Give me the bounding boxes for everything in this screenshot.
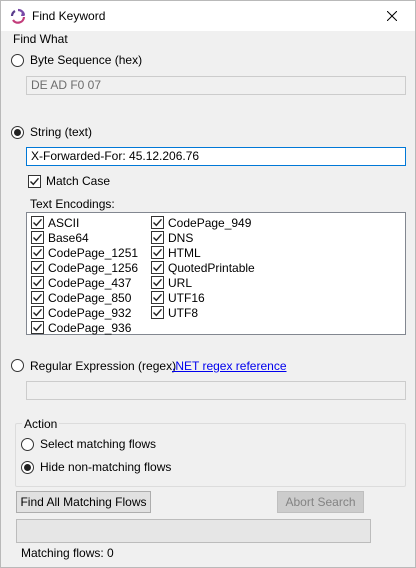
text-encodings-label: Text Encodings: (30, 197, 115, 211)
check-icon (33, 293, 43, 302)
regex-label[interactable]: Regular Expression (regex) (30, 359, 176, 373)
encoding-label: CodePage_850 (48, 291, 132, 305)
find-all-matching-flows-button[interactable]: Find All Matching Flows (16, 491, 151, 513)
string-radio[interactable] (11, 126, 24, 139)
encoding-checkbox[interactable] (151, 246, 164, 259)
encoding-checkbox[interactable] (31, 291, 44, 304)
encoding-label: CodePage_1256 (48, 261, 139, 275)
encoding-checkbox[interactable] (31, 276, 44, 289)
encoding-checkbox[interactable] (31, 306, 44, 319)
text-encodings-list[interactable]: ASCII Base64 CodePage_1251 CodePage_1256… (26, 212, 406, 335)
regex-radio[interactable] (11, 359, 24, 372)
encoding-label: HTML (168, 246, 201, 260)
encoding-checkbox[interactable] (31, 261, 44, 274)
hide-non-matching-radio[interactable] (21, 461, 34, 474)
matching-flows-label: Matching flows: (21, 546, 104, 560)
encoding-checkbox[interactable] (151, 231, 164, 244)
encoding-label: CodePage_936 (48, 321, 132, 335)
regex-input[interactable] (26, 381, 406, 400)
check-icon (153, 233, 163, 242)
encoding-label: CodePage_1251 (48, 246, 139, 260)
encoding-checkbox[interactable] (151, 306, 164, 319)
match-case-label[interactable]: Match Case (46, 174, 110, 188)
find-keyword-window: Find Keyword Find What Byte Sequence (he… (0, 0, 416, 568)
check-icon (153, 218, 163, 227)
select-matching-label[interactable]: Select matching flows (40, 437, 156, 451)
encoding-label: CodePage_932 (48, 306, 132, 320)
action-group (15, 423, 406, 487)
matching-flows-count: 0 (107, 546, 114, 560)
hide-non-matching-label[interactable]: Hide non-matching flows (40, 460, 171, 474)
encoding-label: Base64 (48, 231, 89, 245)
encoding-checkbox[interactable] (31, 231, 44, 244)
encoding-label: QuotedPrintable (168, 261, 255, 275)
encoding-label: CodePage_949 (168, 216, 252, 230)
action-label: Action (22, 417, 60, 431)
match-case-checkbox[interactable] (28, 175, 41, 188)
encoding-checkbox[interactable] (31, 246, 44, 259)
select-matching-radio[interactable] (21, 438, 34, 451)
byte-sequence-input[interactable]: DE AD F0 07 (26, 76, 406, 95)
byte-sequence-label[interactable]: Byte Sequence (hex) (30, 53, 142, 67)
check-icon (33, 323, 43, 332)
encoding-label: ASCII (48, 216, 80, 230)
encoding-checkbox[interactable] (151, 261, 164, 274)
byte-sequence-radio[interactable] (11, 54, 24, 67)
check-icon (30, 177, 40, 186)
check-icon (33, 308, 43, 317)
encoding-label: UTF16 (168, 291, 205, 305)
app-refresh-icon (10, 8, 26, 24)
check-icon (33, 233, 43, 242)
check-icon (153, 248, 163, 257)
check-icon (33, 218, 43, 227)
check-icon (153, 308, 163, 317)
encoding-label: UTF8 (168, 306, 198, 320)
encoding-checkbox[interactable] (151, 276, 164, 289)
encoding-checkbox[interactable] (31, 216, 44, 229)
search-progress-bar (16, 519, 371, 543)
check-icon (153, 293, 163, 302)
encoding-checkbox[interactable] (151, 216, 164, 229)
encoding-checkbox[interactable] (151, 291, 164, 304)
encoding-checkbox[interactable] (31, 321, 44, 334)
window-title: Find Keyword (32, 9, 106, 23)
check-icon (153, 278, 163, 287)
check-icon (33, 248, 43, 257)
string-label[interactable]: String (text) (30, 125, 92, 139)
string-input[interactable]: X-Forwarded-For: 45.12.206.76 (26, 147, 406, 166)
close-icon (387, 11, 397, 21)
check-icon (153, 263, 163, 272)
abort-search-button[interactable]: Abort Search (277, 491, 364, 513)
encoding-label: URL (168, 276, 193, 290)
title-bar: Find Keyword (1, 1, 415, 31)
encoding-label: DNS (168, 231, 194, 245)
close-button[interactable] (369, 1, 415, 31)
encoding-label: CodePage_437 (48, 276, 132, 290)
check-icon (33, 263, 43, 272)
check-icon (33, 278, 43, 287)
find-what-label: Find What (11, 32, 70, 46)
regex-reference-link[interactable]: .NET regex reference (172, 359, 287, 373)
